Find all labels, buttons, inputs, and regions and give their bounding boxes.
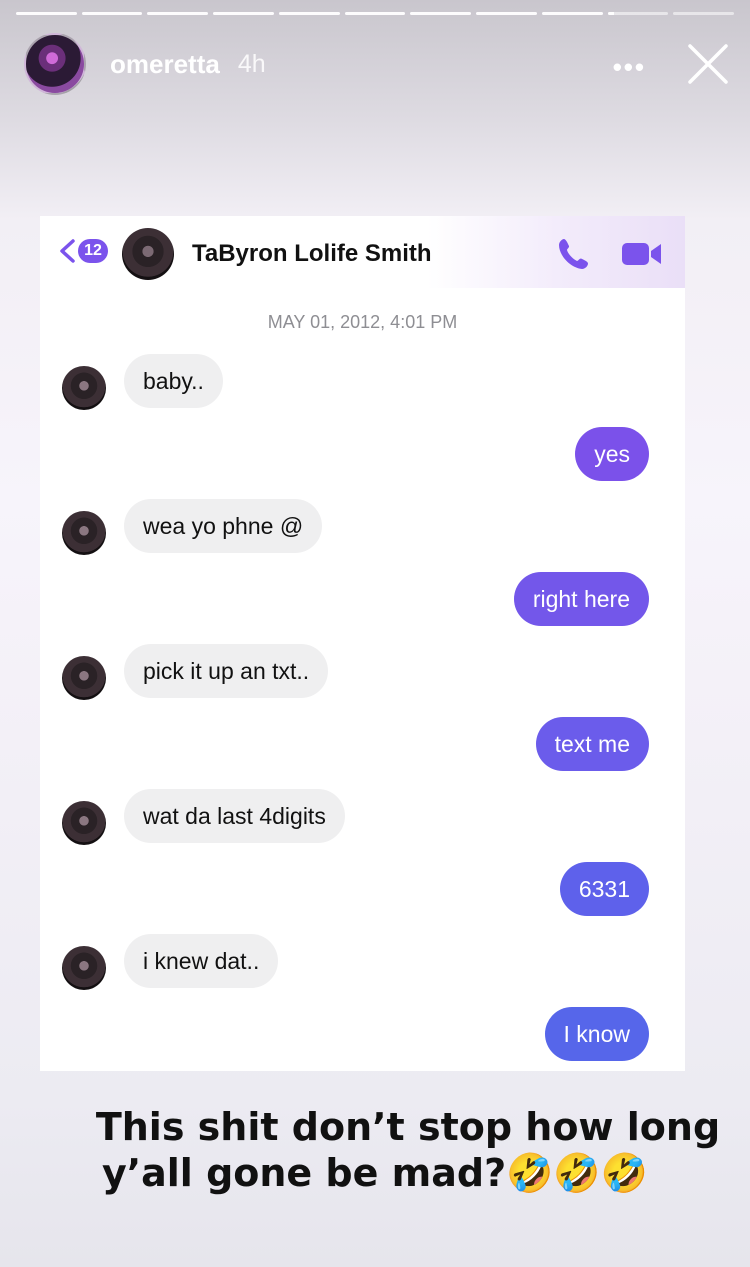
progress-segment: [673, 12, 735, 15]
chevron-left-icon: [60, 239, 75, 263]
back-button[interactable]: 12: [58, 238, 108, 264]
incoming-message: pick it up an txt..: [40, 644, 685, 700]
message-bubble[interactable]: wat da last 4digits: [124, 789, 345, 843]
message-bubble[interactable]: text me: [535, 716, 649, 771]
incoming-message: wea yo phne @: [40, 499, 685, 555]
progress-segment: [607, 12, 669, 15]
story-progress: [16, 12, 735, 15]
message-bubble[interactable]: baby..: [124, 354, 223, 408]
incoming-message: wat da last 4digits: [40, 789, 685, 845]
messenger-header: 12 TaByron Lolife Smith: [40, 216, 685, 288]
progress-segment: [344, 12, 406, 15]
more-icon[interactable]: •••: [613, 52, 646, 83]
story-header: omeretta 4h •••: [24, 32, 730, 96]
story-avatar[interactable]: [24, 33, 86, 95]
incoming-message: i knew dat..: [40, 934, 685, 990]
progress-segment: [476, 12, 537, 15]
sender-avatar[interactable]: [62, 801, 106, 845]
outgoing-message: yes: [40, 426, 685, 481]
message-bubble[interactable]: pick it up an txt..: [124, 644, 329, 698]
sender-avatar[interactable]: [62, 511, 106, 555]
messenger-screenshot: 12 TaByron Lolife Smith MAY 01, 2012, 4:…: [40, 216, 685, 1071]
message-bubble[interactable]: 6331: [559, 861, 649, 916]
story-time: 4h: [237, 49, 266, 78]
progress-segment: [278, 12, 340, 15]
message-bubble[interactable]: right here: [513, 571, 649, 626]
story-caption: This shit don’t stop how long y’all gone…: [0, 1104, 750, 1196]
close-icon[interactable]: [686, 42, 730, 86]
message-bubble[interactable]: i knew dat..: [124, 934, 279, 988]
outgoing-message: right here: [40, 571, 685, 626]
phone-icon[interactable]: [556, 236, 592, 272]
story-username[interactable]: omeretta: [110, 49, 220, 80]
sender-avatar[interactable]: [62, 366, 106, 410]
message-bubble[interactable]: wea yo phne @: [124, 499, 323, 553]
caption-line-1: This shit don’t stop how long: [95, 1105, 721, 1149]
sender-avatar[interactable]: [62, 946, 106, 990]
unread-badge: 12: [78, 239, 108, 263]
caption-line-2: y’all gone be mad?🤣🤣🤣: [101, 1151, 649, 1195]
progress-segment: [213, 12, 274, 15]
outgoing-message: text me: [40, 716, 685, 771]
sender-avatar[interactable]: [62, 656, 106, 700]
progress-segment: [147, 12, 209, 15]
message-bubble[interactable]: yes: [575, 426, 649, 481]
message-timestamp: MAY 01, 2012, 4:01 PM: [267, 312, 458, 332]
contact-avatar[interactable]: [122, 228, 174, 280]
message-bubble[interactable]: I know: [544, 1006, 649, 1061]
outgoing-message: I know: [40, 1006, 685, 1061]
outgoing-message: 6331: [40, 861, 685, 916]
incoming-message: baby..: [40, 354, 685, 410]
progress-segment: [81, 12, 143, 15]
progress-segment: [541, 12, 603, 15]
progress-segment: [410, 12, 472, 15]
contact-name[interactable]: TaByron Lolife Smith: [192, 240, 432, 268]
progress-segment: [16, 12, 77, 15]
video-camera-icon[interactable]: [620, 238, 664, 270]
